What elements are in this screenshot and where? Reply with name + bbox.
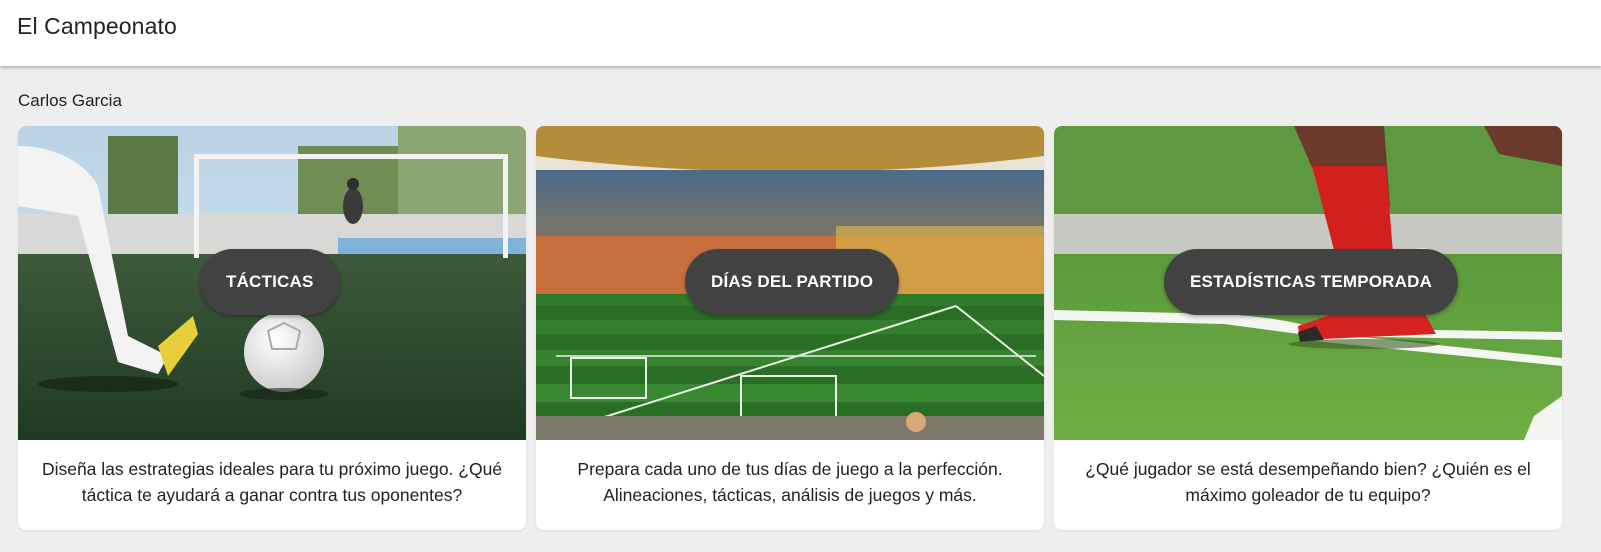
card-description-tacticas: Diseña las estrategias ideales para tu p… — [41, 459, 503, 505]
card-image-estadisticas-temporada: ESTADÍSTICAS TEMPORADA — [1054, 126, 1562, 440]
card-estadisticas-temporada[interactable]: ESTADÍSTICAS TEMPORADA ¿Qué jugador se e… — [1054, 126, 1562, 530]
dias-del-partido-button[interactable]: DÍAS DEL PARTIDO — [685, 249, 900, 315]
card-tacticas[interactable]: TÁCTICAS Diseña las estrategias ideales … — [18, 126, 526, 530]
tacticas-button[interactable]: TÁCTICAS — [200, 249, 340, 315]
user-name: Carlos Garcia — [18, 91, 122, 110]
card-description-dias-del-partido: Prepara cada uno de tus días de juego a … — [577, 459, 1003, 505]
card-image-dias-del-partido: DÍAS DEL PARTIDO — [536, 126, 1044, 440]
app-bar: El Campeonato — [0, 0, 1601, 66]
card-image-tacticas: TÁCTICAS — [18, 126, 526, 440]
app-title: El Campeonato — [17, 13, 177, 39]
card-description-estadisticas-temporada: ¿Qué jugador se está desempeñando bien? … — [1085, 459, 1531, 505]
card-dias-del-partido[interactable]: DÍAS DEL PARTIDO Prepara cada uno de tus… — [536, 126, 1044, 530]
estadisticas-temporada-button[interactable]: ESTADÍSTICAS TEMPORADA — [1164, 249, 1459, 315]
